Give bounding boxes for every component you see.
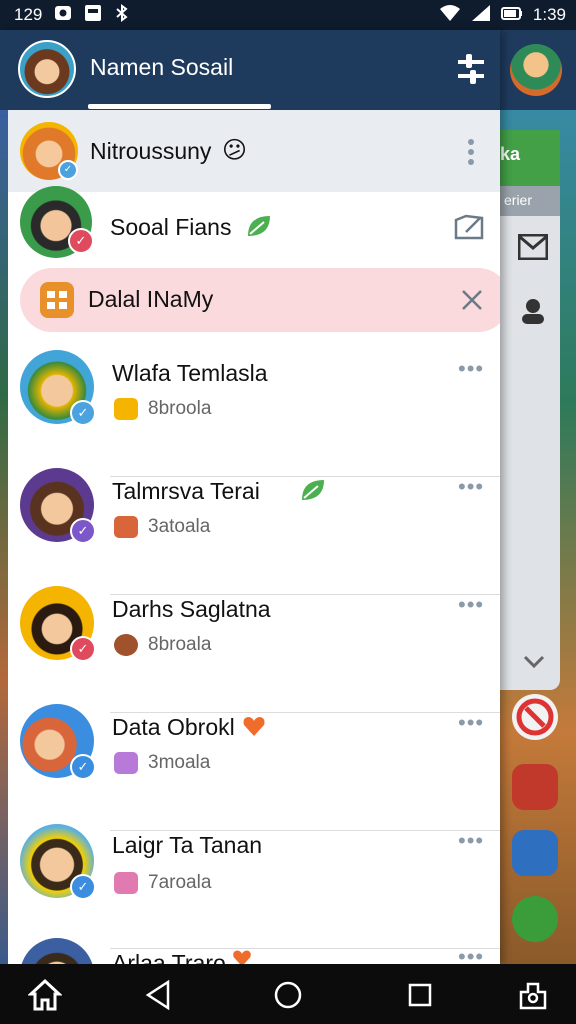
verified-badge: ✓ (70, 400, 96, 426)
list-item-sub: 3moala (148, 752, 211, 773)
background-avatar (510, 44, 562, 96)
verified-badge: ✓ (70, 636, 96, 662)
chat-icon[interactable] (512, 764, 558, 810)
close-icon[interactable] (460, 288, 484, 317)
status-time: 1:39 (532, 5, 566, 24)
list-item-sub: 8broala (148, 634, 212, 655)
pinned-item[interactable]: ✓ Nitroussuny 😕 (8, 110, 500, 192)
signal-icon (471, 4, 491, 27)
edit-icon[interactable] (452, 212, 486, 247)
chevron-down-icon (522, 654, 546, 675)
verified-badge: ✓ (68, 228, 94, 254)
cookie-icon (114, 634, 138, 656)
mail-icon (517, 233, 549, 265)
avatar: ✓ (20, 468, 96, 544)
list-item-name: Data Obrokl (112, 714, 235, 740)
status-left-text: 129 (14, 5, 43, 24)
verified-badge: ✓ (70, 754, 96, 780)
heart-icon (232, 948, 252, 964)
more-icon[interactable]: ••• (458, 828, 484, 854)
verified-badge: ✓ (70, 518, 96, 544)
status-bar: 129 1:39 (0, 0, 576, 30)
cake-icon (114, 398, 138, 420)
list-item[interactable]: ✓ Wlafa Temlasla 8broola ••• (8, 348, 500, 448)
home-icon[interactable] (27, 978, 63, 1012)
share-icon[interactable] (512, 830, 558, 876)
avatar: ✓ (20, 704, 96, 780)
list-item[interactable]: ✓ Darhs Saglatna 8broala ••• (8, 584, 500, 684)
leaf-icon (246, 214, 272, 243)
list-item[interactable]: ✓ Laigr Ta Tanan 7aroala ••• (8, 820, 500, 920)
tune-icon[interactable] (456, 52, 486, 86)
more-icon[interactable]: ••• (458, 592, 484, 618)
battery-icon (500, 4, 523, 27)
suggestion-item[interactable]: ✓ Sooal Fians (8, 186, 500, 266)
person-icon (518, 296, 548, 331)
castle-icon (114, 516, 138, 538)
more-icon[interactable]: ••• (458, 710, 484, 736)
banner-item-name: Dalal INaMy (88, 286, 214, 312)
verified-badge: ✓ (70, 874, 96, 900)
verified-badge: ✓ (58, 160, 78, 180)
list-item-name: Talmrsva Terai (112, 478, 260, 504)
more-icon[interactable]: ••• (458, 944, 484, 964)
avatar: ✓ (20, 350, 96, 426)
heart-icon (242, 714, 266, 743)
background-panel-sub: erier (500, 186, 560, 216)
avatar: ✓ (20, 824, 96, 900)
navigation-drawer: Namen Sosail ✓ Nitroussuny 😕 ✓ Sooal Fia… (0, 30, 500, 964)
avatar: ✓ (20, 186, 94, 258)
list-item[interactable]: ✓ Talmrsva Terai 3atoala ••• (8, 466, 500, 566)
list-item-sub: 3atoala (148, 516, 211, 537)
back-icon[interactable] (142, 978, 176, 1012)
banner-item[interactable]: Dalal INaMy (20, 268, 500, 332)
background-panel-title: ka (500, 130, 560, 186)
photo-icon (54, 4, 72, 27)
avatar (20, 938, 94, 964)
wifi-icon (439, 4, 461, 27)
list-item-name: Laigr Ta Tanan (112, 832, 263, 858)
background-app-header (500, 30, 576, 110)
music-icon (114, 752, 138, 774)
pinned-item-name: Nitroussuny (90, 138, 212, 164)
location-icon[interactable] (512, 896, 558, 942)
recents-icon[interactable] (403, 978, 437, 1012)
music-note-icon (114, 872, 138, 894)
avatar: ✓ (20, 122, 78, 180)
drawer-edge (0, 110, 8, 964)
suggestion-item-name: Sooal Fians (110, 214, 232, 240)
drawer-header: Namen Sosail (0, 30, 500, 110)
background-app: ka erier (500, 30, 576, 964)
leaf-icon (300, 478, 326, 507)
tab-indicator (88, 104, 271, 109)
drawer-title: Namen Sosail (90, 54, 234, 80)
bluetooth-icon (114, 3, 130, 27)
block-icon[interactable] (512, 694, 558, 740)
list-item-name: Darhs Saglatna (112, 596, 271, 622)
avatar[interactable] (18, 40, 76, 98)
system-nav-bar (0, 964, 576, 1024)
calendar-icon (40, 282, 74, 318)
list-item-sub: 7aroala (148, 872, 212, 893)
avatar: ✓ (20, 586, 96, 662)
more-icon[interactable]: ••• (458, 474, 484, 500)
message-icon (84, 4, 102, 27)
home-circle-icon[interactable] (271, 978, 305, 1012)
list-item[interactable]: ✓ Data Obrokl 3moala ••• (8, 702, 500, 802)
list-item-name: Arlaa Traro (112, 950, 226, 964)
pinned-item-emoji: 😕 (222, 137, 248, 164)
more-vert-icon[interactable] (466, 138, 476, 171)
more-icon[interactable]: ••• (458, 356, 484, 382)
background-panel: ka erier (500, 130, 560, 690)
list-item[interactable]: Arlaa Traro ••• (8, 936, 500, 964)
list-item-sub: 8broola (148, 398, 212, 419)
list-item-name: Wlafa Temlasla (112, 360, 268, 386)
settings-icon[interactable] (516, 978, 550, 1012)
